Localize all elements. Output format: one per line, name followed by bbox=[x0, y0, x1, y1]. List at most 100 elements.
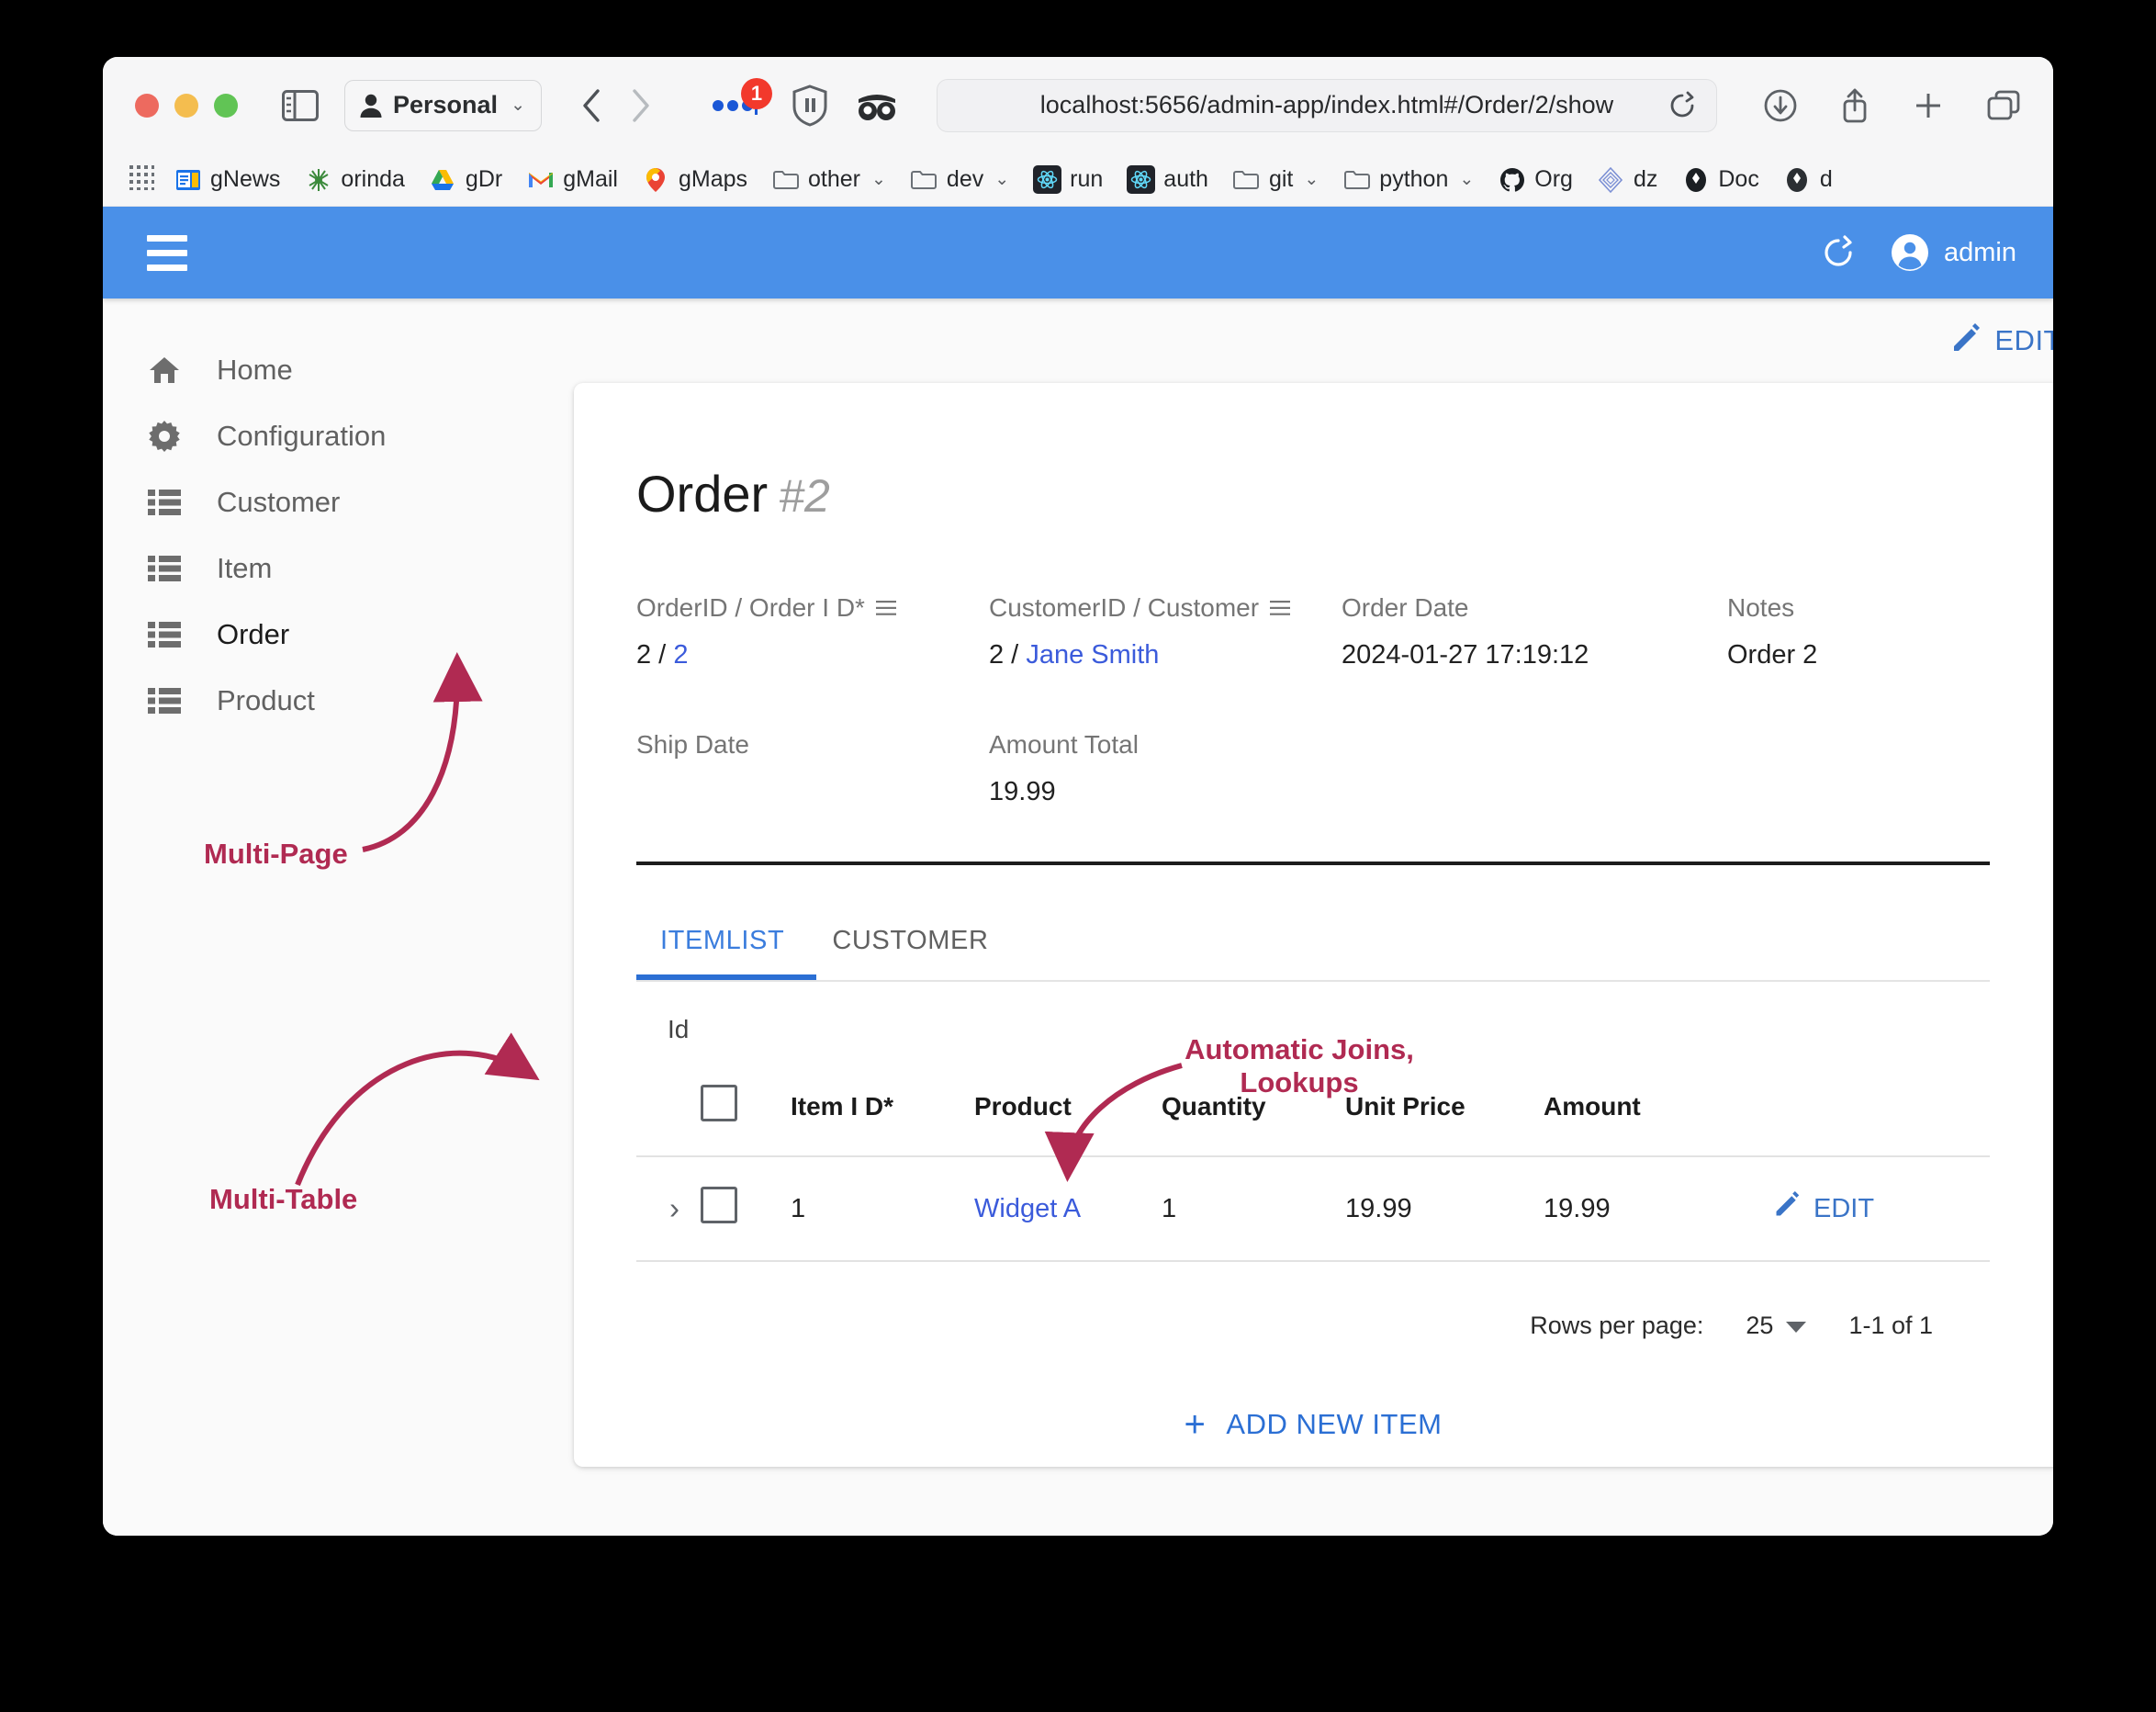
edit-record-label: EDIT bbox=[1994, 324, 2053, 357]
chevron-down-icon[interactable]: ⌄ bbox=[1459, 169, 1474, 190]
tab-active-indicator bbox=[636, 974, 816, 980]
row-checkbox[interactable] bbox=[701, 1187, 737, 1223]
bookmark-label: gMaps bbox=[679, 166, 747, 193]
rows-per-page-select[interactable]: 25 bbox=[1746, 1312, 1806, 1340]
page-title: Order#2 bbox=[636, 464, 2021, 524]
cell-actions[interactable]: EDIT bbox=[1773, 1156, 1990, 1261]
account-button[interactable]: admin bbox=[1891, 233, 2016, 272]
chevron-down-icon[interactable] bbox=[1786, 1312, 1806, 1340]
col-item-id[interactable]: Item I D* bbox=[791, 1068, 974, 1156]
tab-bar-rule bbox=[636, 980, 1990, 982]
cell-select[interactable] bbox=[701, 1156, 791, 1261]
cell-quantity: 1 bbox=[1162, 1156, 1345, 1261]
sidebar-item-item[interactable]: Item bbox=[103, 535, 574, 602]
tab-itemlist[interactable]: ITEMLIST bbox=[636, 926, 808, 980]
refresh-icon[interactable] bbox=[1821, 234, 1856, 271]
cell-product[interactable]: Widget A bbox=[974, 1156, 1162, 1261]
chevron-down-icon[interactable]: ⌄ bbox=[994, 169, 1009, 190]
bookmark-gmaps[interactable]: gMaps bbox=[630, 160, 759, 200]
bookmark-dz[interactable]: dz bbox=[1585, 160, 1669, 200]
apps-grid-icon[interactable] bbox=[129, 164, 154, 195]
edit-record-button[interactable]: EDIT bbox=[574, 298, 2053, 383]
field-value: 2 / 2 bbox=[636, 640, 989, 673]
pencil-icon bbox=[1950, 323, 1982, 359]
col-product[interactable]: Product bbox=[974, 1068, 1162, 1156]
field-value: 2 / Jane Smith bbox=[989, 640, 1342, 673]
col-unit-price[interactable]: Unit Price bbox=[1345, 1068, 1544, 1156]
chevron-down-icon[interactable]: ⌄ bbox=[871, 169, 886, 190]
list-icon bbox=[147, 617, 182, 652]
profile-switcher-button[interactable]: Personal ⌄ bbox=[344, 80, 542, 131]
main-content: EDIT Order#2 OrderID / Order I D* bbox=[574, 298, 2053, 1536]
sidebar-item-configuration[interactable]: Configuration bbox=[103, 403, 574, 469]
col-amount[interactable]: Amount bbox=[1544, 1068, 1773, 1156]
table-row[interactable]: › 1 Widget A 1 19.99 19.99 bbox=[636, 1156, 1990, 1261]
bookmark-folder-git[interactable]: git ⌄ bbox=[1220, 160, 1331, 200]
back-button[interactable] bbox=[580, 87, 602, 124]
sidebar-toggle-icon[interactable] bbox=[282, 90, 319, 121]
window-controls[interactable] bbox=[135, 94, 238, 118]
menu-icon[interactable] bbox=[147, 235, 187, 271]
privacy-extension-icon[interactable] bbox=[856, 86, 898, 125]
new-tab-icon[interactable] bbox=[1912, 89, 1945, 122]
minimize-window-button[interactable] bbox=[174, 94, 198, 118]
bookmark-folder-other[interactable]: other ⌄ bbox=[759, 160, 898, 200]
bookmark-run[interactable]: run bbox=[1021, 160, 1115, 200]
bookmark-gmail[interactable]: gMail bbox=[514, 160, 630, 200]
add-new-item-button[interactable]: + ADD NEW ITEM bbox=[605, 1406, 2021, 1443]
chevron-right-icon[interactable]: › bbox=[669, 1191, 679, 1225]
field-value bbox=[636, 777, 989, 810]
field-value: 19.99 bbox=[989, 777, 1342, 810]
field-value: Order 2 bbox=[1727, 640, 2021, 673]
col-expand bbox=[636, 1068, 701, 1156]
sidebar-item-order[interactable]: Order bbox=[103, 602, 574, 668]
col-quantity[interactable]: Quantity bbox=[1162, 1068, 1345, 1156]
tab-overview-icon[interactable] bbox=[1986, 89, 2021, 122]
forward-button[interactable] bbox=[630, 87, 652, 124]
person-icon bbox=[359, 93, 383, 118]
section-divider bbox=[636, 862, 1990, 865]
address-bar[interactable]: localhost:5656/admin-app/index.html#/Ord… bbox=[937, 79, 1717, 132]
tab-customer[interactable]: CUSTOMER bbox=[808, 926, 1012, 980]
bookmark-folder-python[interactable]: python ⌄ bbox=[1331, 160, 1486, 200]
bookmark-gdrive[interactable]: gDr bbox=[417, 160, 514, 200]
sidebar-item-home[interactable]: Home bbox=[103, 337, 574, 403]
row-edit-button[interactable]: EDIT bbox=[1773, 1191, 1990, 1226]
maximize-window-button[interactable] bbox=[214, 94, 238, 118]
bookmark-folder-dev[interactable]: dev ⌄ bbox=[898, 160, 1021, 200]
sidebar-item-label: Order bbox=[217, 618, 289, 651]
field-label: OrderID / Order I D* bbox=[636, 593, 989, 623]
gdrive-icon bbox=[429, 165, 457, 194]
cell-expand[interactable]: › bbox=[636, 1156, 701, 1261]
field-label-text: Notes bbox=[1727, 593, 1794, 623]
shield-pause-icon[interactable] bbox=[792, 84, 828, 127]
field-value-link[interactable]: Jane Smith bbox=[1026, 640, 1159, 670]
extension-dots-icon[interactable]: 1 bbox=[711, 96, 758, 115]
extension-badge-count: 1 bbox=[741, 78, 772, 109]
sidebar-nav: Home Configuration Customer bbox=[103, 298, 574, 1536]
close-window-button[interactable] bbox=[135, 94, 159, 118]
select-all-checkbox[interactable] bbox=[701, 1085, 737, 1121]
chevron-down-icon[interactable]: ⌄ bbox=[511, 95, 525, 116]
reload-icon[interactable] bbox=[1668, 91, 1696, 120]
product-link[interactable]: Widget A bbox=[974, 1194, 1081, 1223]
field-value-link[interactable]: 2 bbox=[673, 640, 688, 670]
bookmark-gnews[interactable]: gNews bbox=[162, 160, 292, 200]
chevron-down-icon[interactable]: ⌄ bbox=[1304, 169, 1319, 190]
url-text: localhost:5656/admin-app/index.html#/Ord… bbox=[1040, 91, 1613, 119]
share-icon[interactable] bbox=[1839, 87, 1870, 124]
field-label: Notes bbox=[1727, 593, 2021, 623]
downloads-icon[interactable] bbox=[1763, 88, 1798, 123]
field-menu-icon[interactable] bbox=[876, 593, 896, 623]
bookmark-github-org[interactable]: Org bbox=[1486, 160, 1585, 200]
sidebar-item-product[interactable]: Product bbox=[103, 668, 574, 734]
field-menu-icon[interactable] bbox=[1270, 593, 1290, 623]
sidebar-item-customer[interactable]: Customer bbox=[103, 469, 574, 535]
bookmark-orinda[interactable]: orinda bbox=[292, 160, 417, 200]
folder-icon bbox=[1342, 165, 1371, 194]
bookmark-d[interactable]: d bbox=[1771, 160, 1845, 200]
bookmark-auth[interactable]: auth bbox=[1115, 160, 1220, 200]
bookmark-doc[interactable]: Doc bbox=[1669, 160, 1770, 200]
react-icon bbox=[1127, 165, 1155, 194]
doc-icon bbox=[1681, 165, 1710, 194]
